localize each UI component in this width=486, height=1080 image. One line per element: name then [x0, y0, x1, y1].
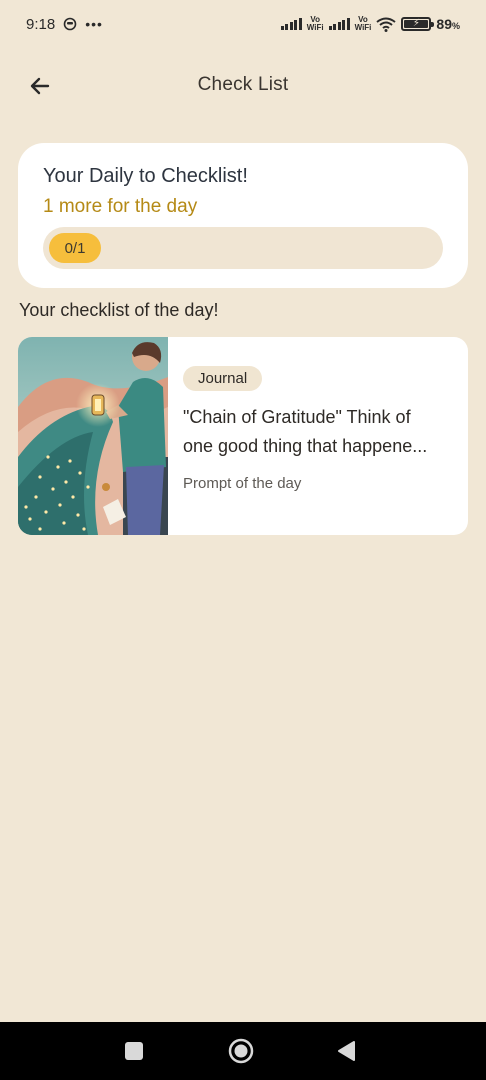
progress-subtitle: 1 more for the day — [43, 196, 198, 217]
back-button[interactable] — [22, 68, 58, 104]
more-dots-icon: ••• — [85, 16, 103, 32]
wifi-icon — [376, 17, 397, 32]
prompt-text-line-2: one good thing that happene... — [183, 436, 428, 456]
journal-tag: Journal — [183, 366, 263, 391]
progress-bar: 0/1 — [43, 227, 443, 269]
prompt-meta: Prompt of the day — [183, 475, 302, 492]
prompt-text: "Chain of Gratitude" Think of one good t… — [183, 403, 455, 461]
checklist-item-card[interactable]: Journal "Chain of Gratitude" Think of on… — [18, 337, 468, 535]
progress-count-pill: 0/1 — [49, 233, 101, 263]
nav-back-button[interactable] — [334, 1039, 358, 1063]
arrow-left-icon — [30, 77, 50, 95]
daily-progress-card: Your Daily to Checklist! 1 more for the … — [18, 143, 468, 288]
status-time: 9:18 — [26, 15, 56, 33]
status-left: 9:18 ••• — [26, 16, 103, 33]
home-button[interactable] — [227, 1037, 255, 1065]
notification-face-icon — [63, 17, 77, 31]
prompt-text-line-1: "Chain of Gratitude" Think of — [183, 407, 411, 427]
status-right: Vo WiFi Vo WiFi ⚡ 89% — [280, 15, 460, 32]
recents-button[interactable] — [122, 1039, 146, 1063]
checklist-heading: Your checklist of the day! — [19, 300, 219, 320]
vowifi-icon-2: Vo WiFi — [354, 15, 372, 32]
journal-illustration — [18, 337, 168, 535]
battery-percent: 89% — [436, 16, 460, 32]
back-triangle-icon — [338, 1041, 355, 1061]
page-title: Check List — [197, 74, 289, 95]
vowifi-icon: Vo WiFi — [306, 15, 324, 32]
header: Check List — [0, 60, 486, 110]
recents-square-icon — [125, 1042, 143, 1060]
home-circle-icon — [228, 1038, 254, 1064]
checklist-item-body: Journal "Chain of Gratitude" Think of on… — [168, 337, 468, 535]
signal-icon-2 — [328, 18, 350, 30]
status-bar: 9:18 ••• Vo WiFi Vo WiFi ⚡ 89% — [0, 0, 486, 48]
battery-icon: ⚡ — [401, 17, 435, 31]
progress-count-label: 0/1 — [64, 239, 86, 257]
system-nav-bar — [0, 1022, 486, 1080]
progress-title: Your Daily to Checklist! — [43, 165, 248, 187]
signal-icon — [280, 18, 302, 30]
